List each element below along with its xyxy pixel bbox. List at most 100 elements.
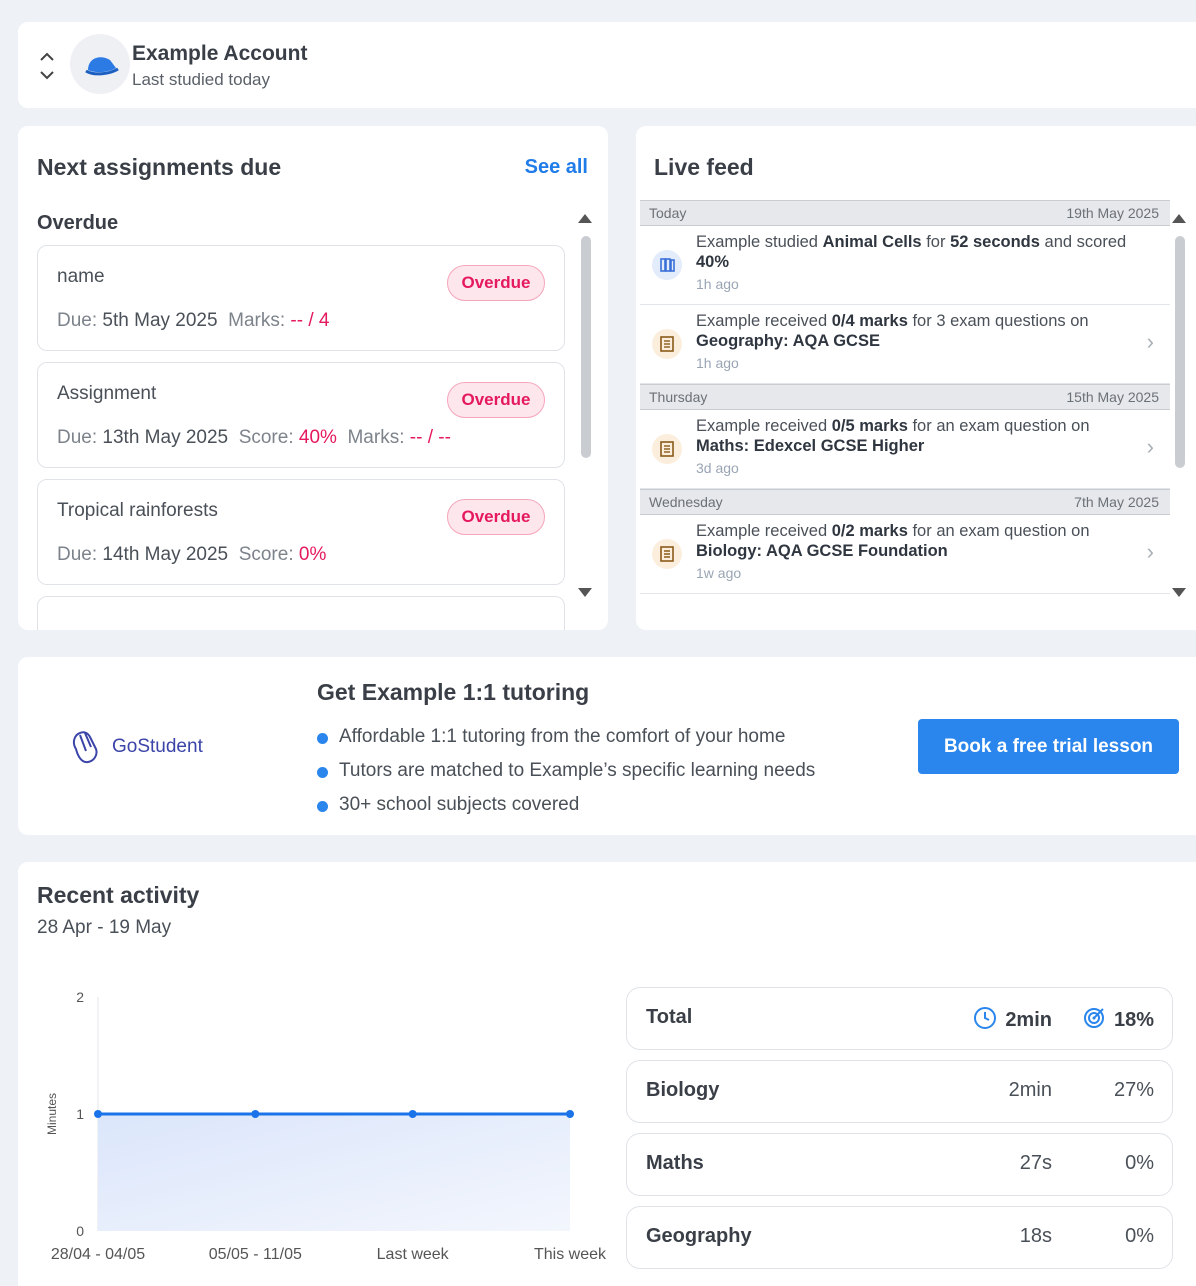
feed-scrollbar[interactable] <box>1172 210 1186 600</box>
feed-time-ago: 1w ago <box>696 565 742 581</box>
activity-title: Recent activity <box>37 882 200 908</box>
feed-item[interactable]: Example received 0/4 marks for 3 exam qu… <box>640 305 1170 384</box>
book-trial-button[interactable]: Book a free trial lesson <box>918 719 1179 774</box>
stat-name: Biology <box>646 1079 720 1101</box>
stat-row-total[interactable]: Total 2min 18% <box>626 987 1173 1050</box>
activity-range: 28 Apr - 19 May <box>37 917 172 938</box>
account-header: Example Account Last studied today <box>18 22 1196 108</box>
feed-day-header: Thursday 15th May 2025 <box>640 384 1170 410</box>
scroll-icon <box>652 434 682 464</box>
assignments-scrollbar[interactable] <box>578 210 592 600</box>
assignment-card[interactable]: Assignment Overdue Due: 13th May 2025 Sc… <box>37 362 565 468</box>
stat-time: 2min <box>1008 1079 1052 1101</box>
scroll-up-icon[interactable] <box>1172 214 1186 223</box>
y-tick-label: 1 <box>76 1106 84 1122</box>
assignments-title: Next assignments due <box>37 154 282 180</box>
data-point <box>251 1110 260 1118</box>
data-point <box>566 1110 574 1118</box>
tutoring-banner: GoStudent Get Example 1:1 tutoring Affor… <box>18 657 1196 835</box>
scroll-thumb[interactable] <box>581 236 591 458</box>
assignment-name: Tropical rainforests <box>57 500 218 521</box>
stat-time: 18s <box>1019 1225 1052 1247</box>
overdue-badge: Overdue <box>447 499 545 535</box>
cap-icon <box>85 57 119 76</box>
feed-date: 15th May 2025 <box>1066 389 1159 405</box>
stat-row-subject[interactable]: Geography 18s 0% <box>626 1206 1173 1269</box>
feed-date: 19th May 2025 <box>1066 205 1159 221</box>
assignment-card[interactable] <box>37 596 565 630</box>
feed-day-header: Today 19th May 2025 <box>640 200 1170 226</box>
score-value: 40% <box>298 427 337 448</box>
chevron-right-icon[interactable]: › <box>1147 539 1154 565</box>
data-point <box>94 1110 102 1118</box>
live-feed-title: Live feed <box>654 154 754 180</box>
marks-value: -- / -- <box>409 427 451 448</box>
feed-item[interactable]: Example received 0/5 marks for an exam q… <box>640 410 1170 489</box>
chevron-right-icon[interactable]: › <box>1147 434 1154 460</box>
chevron-up-down-icon <box>40 52 54 80</box>
chevron-right-icon[interactable]: › <box>1147 329 1154 355</box>
benefit-item: 30+ school subjects covered <box>317 793 815 827</box>
assignment-card[interactable]: name Overdue Due: 5th May 2025 Marks: --… <box>37 245 565 351</box>
feed-text: Example received 0/5 marks for an exam q… <box>696 417 1090 455</box>
overdue-badge: Overdue <box>447 265 545 301</box>
series-area <box>98 1114 570 1231</box>
stat-score: 18% <box>1082 1006 1154 1032</box>
books-icon <box>652 250 682 280</box>
stat-row-subject[interactable]: Maths 27s 0% <box>626 1133 1173 1196</box>
feed-item[interactable]: Example studied Animal Cells for 52 seco… <box>640 226 1170 305</box>
x-tick-label: Last week <box>377 1246 450 1263</box>
feed-day: Wednesday <box>649 494 723 510</box>
recent-activity-panel: Recent activity 28 Apr - 19 May 0 1 2 Minut… <box>18 862 1196 1286</box>
scroll-up-icon[interactable] <box>578 214 592 223</box>
scroll-down-icon[interactable] <box>1172 588 1186 597</box>
feed-text: Example received 0/4 marks for 3 exam qu… <box>696 312 1089 350</box>
feed-day: Thursday <box>649 389 708 405</box>
gostudent-logo-icon <box>68 727 104 772</box>
clock-icon <box>974 1007 997 1029</box>
assignment-due: Due: 14th May 2025 Score: 0% <box>57 544 326 566</box>
x-tick-label: 28/04 - 04/05 <box>51 1246 145 1263</box>
expand-collapse-toggle[interactable] <box>38 46 56 86</box>
x-tick-label: 05/05 - 11/05 <box>209 1246 302 1263</box>
stat-score: 0% <box>1125 1225 1154 1247</box>
due-label: Due: <box>57 310 98 331</box>
account-name: Example Account <box>132 42 308 65</box>
benefit-item: Tutors are matched to Example’s specific… <box>317 759 815 793</box>
scroll-down-icon[interactable] <box>578 588 592 597</box>
feed-time-ago: 1h ago <box>696 355 739 371</box>
scroll-thumb[interactable] <box>1175 236 1185 468</box>
feed-time-ago: 3d ago <box>696 460 739 476</box>
marks-value: -- / 4 <box>290 310 330 331</box>
benefit-item: Affordable 1:1 tutoring from the comfort… <box>317 725 815 759</box>
assignments-panel: Next assignments due See all Overdue nam… <box>18 126 608 630</box>
overdue-badge: Overdue <box>447 382 545 418</box>
stat-name: Geography <box>646 1225 752 1247</box>
stat-time: 27s <box>1019 1152 1052 1174</box>
tutoring-title: Get Example 1:1 tutoring <box>317 679 590 705</box>
score-value: 0% <box>298 544 327 565</box>
stat-time: 2min <box>973 1006 1052 1032</box>
assignment-due: Due: 13th May 2025 Score: 40% Marks: -- … <box>57 427 451 449</box>
stat-score: 0% <box>1125 1152 1154 1174</box>
score-label: Score: <box>238 427 294 448</box>
stat-row-subject[interactable]: Biology 2min 27% <box>626 1060 1173 1123</box>
due-label: Due: <box>57 544 98 565</box>
assignment-card[interactable]: Tropical rainforests Overdue Due: 14th M… <box>37 479 565 585</box>
marks-label: Marks: <box>228 310 286 331</box>
feed-text: Example received 0/2 marks for an exam q… <box>696 522 1090 560</box>
feed-day: Today <box>649 205 687 221</box>
y-tick-label: 0 <box>76 1223 84 1239</box>
feed-time-ago: 1h ago <box>696 276 739 292</box>
activity-chart: 0 1 2 Minutes 28/04 - 04/05 05/05 - 11/05 Last… <box>45 989 607 1263</box>
feed-day-header: Wednesday 7th May 2025 <box>640 489 1170 515</box>
live-feed-panel: Live feed Today 19th May 2025 Example st… <box>636 126 1196 630</box>
stat-name: Maths <box>646 1152 704 1174</box>
overdue-heading: Overdue <box>37 212 119 234</box>
y-tick-label: 2 <box>76 989 84 1005</box>
stat-score: 27% <box>1113 1079 1154 1101</box>
see-all-link[interactable]: See all <box>525 156 588 179</box>
data-point <box>408 1110 417 1118</box>
feed-item[interactable]: Example received 0/2 marks for an exam q… <box>640 515 1170 594</box>
x-tick-label: This week <box>534 1246 607 1263</box>
